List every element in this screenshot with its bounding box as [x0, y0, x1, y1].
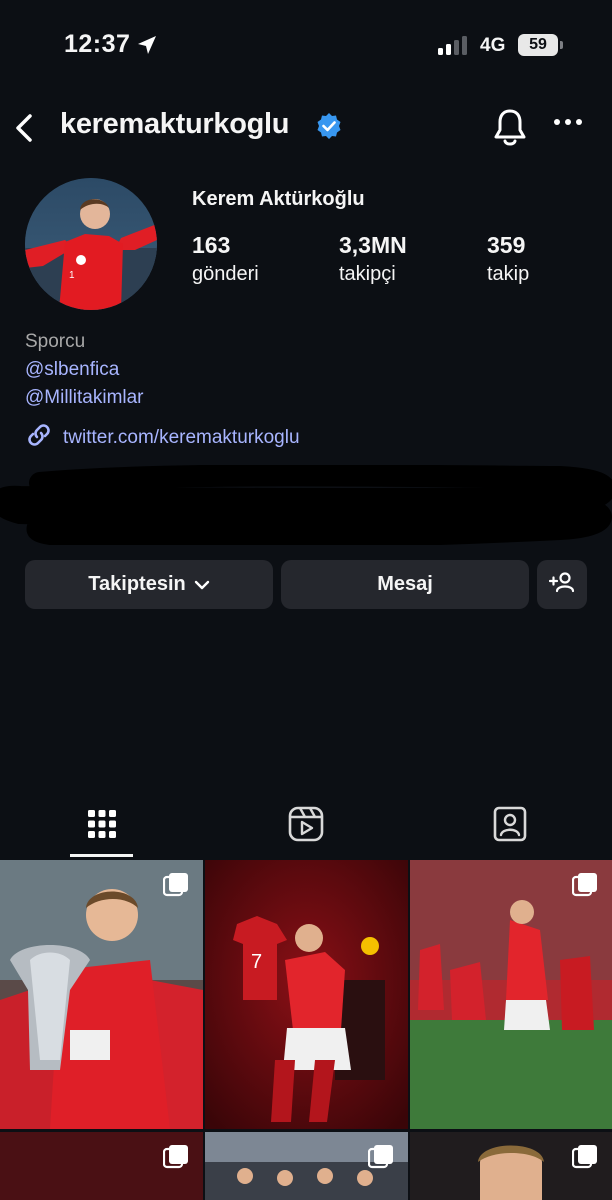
multi-post-icon: [571, 872, 598, 903]
multi-post-icon: [367, 1144, 394, 1175]
post-thumbnail[interactable]: [410, 1132, 612, 1200]
following-button-label: Takiptesin: [88, 573, 186, 595]
profile-external-link[interactable]: twitter.com/keremakturkoglu: [25, 421, 300, 454]
battery-icon: 59: [518, 34, 558, 56]
profile-full-name: Kerem Aktürkoğlu: [192, 188, 365, 210]
stat-following-value: 359: [487, 232, 526, 258]
suggest-people-button[interactable]: [537, 560, 587, 609]
mention-link-millitakimlar[interactable]: @Millitakimlar: [25, 387, 144, 409]
tab-reels[interactable]: [204, 795, 408, 857]
reels-icon: [288, 806, 324, 847]
active-tab-indicator: [70, 854, 133, 857]
stat-followers[interactable]: 3,3MN takipçi: [339, 232, 407, 286]
profile-avatar[interactable]: 1: [25, 178, 157, 310]
more-options-icon[interactable]: [553, 114, 583, 132]
tab-tagged[interactable]: [408, 795, 612, 857]
message-button[interactable]: Mesaj: [281, 560, 529, 609]
mention-link-slbenfica[interactable]: @slbenfica: [25, 359, 119, 381]
back-arrow-icon[interactable]: [10, 108, 40, 148]
chevron-down-icon: [194, 573, 210, 596]
post-thumbnail[interactable]: [205, 1132, 408, 1200]
stat-following-label: takip: [487, 263, 530, 285]
post-thumbnail[interactable]: [0, 1132, 203, 1200]
link-text: twitter.com/keremakturkoglu: [63, 426, 300, 448]
status-time: 12:37: [64, 30, 131, 58]
stat-followers-value: 3,3MN: [339, 232, 407, 258]
posts-grid: 7: [0, 860, 612, 1200]
profile-tabs: [0, 795, 612, 857]
multi-post-icon: [162, 1144, 189, 1175]
tab-posts-grid[interactable]: [0, 795, 204, 857]
post-thumbnail[interactable]: 7: [205, 860, 408, 1129]
message-button-label: Mesaj: [377, 573, 433, 595]
stat-posts-label: gönderi: [192, 263, 259, 285]
post-thumbnail[interactable]: [0, 860, 203, 1129]
location-arrow-icon: [136, 34, 158, 61]
post-thumbnail[interactable]: [410, 860, 612, 1129]
status-bar: 12:37 4G 59: [0, 0, 612, 90]
redacted-scribble: [0, 464, 612, 549]
tagged-person-icon: [492, 806, 528, 847]
multi-post-icon: [162, 872, 189, 903]
profile-category: Sporcu: [25, 331, 86, 352]
multi-post-icon: [571, 1144, 598, 1175]
verified-badge-icon: [315, 112, 343, 145]
svg-text:1: 1: [69, 270, 75, 281]
signal-icon: [438, 36, 467, 55]
battery-tip: [560, 41, 563, 49]
stat-following[interactable]: 359 takip: [487, 232, 529, 286]
stat-followers-label: takipçi: [339, 263, 396, 285]
stat-posts[interactable]: 163 gönderi: [192, 232, 259, 286]
stat-posts-value: 163: [192, 232, 231, 258]
link-chain-icon: [25, 421, 53, 454]
profile-header: keremakturkoglu: [0, 98, 612, 158]
network-type: 4G: [480, 35, 506, 56]
following-button[interactable]: Takiptesin: [25, 560, 273, 609]
svg-text:7: 7: [251, 951, 262, 973]
notification-bell-icon[interactable]: [492, 106, 528, 155]
grid-icon: [87, 809, 117, 844]
add-person-icon: [548, 571, 575, 599]
profile-username: keremakturkoglu: [60, 108, 290, 140]
